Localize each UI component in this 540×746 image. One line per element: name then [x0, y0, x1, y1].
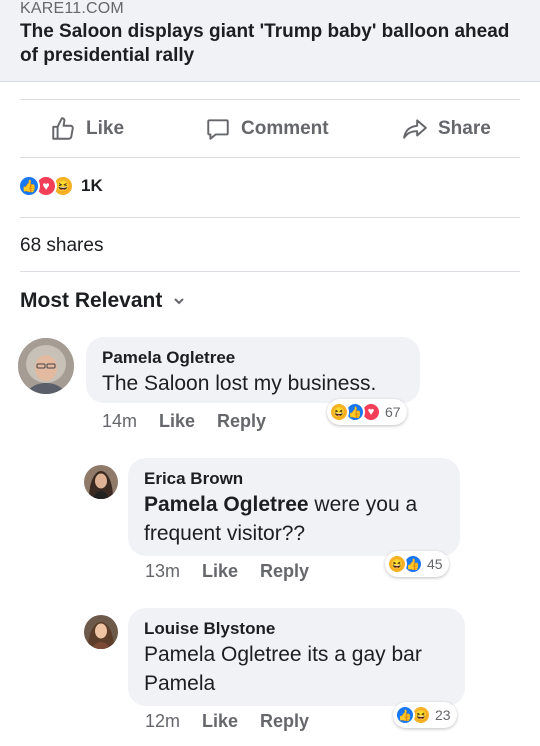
comment-timestamp[interactable]: 14m — [102, 411, 137, 432]
avatar-photo — [84, 615, 118, 649]
link-source: KARE11.COM — [20, 0, 124, 17]
comment-timestamp[interactable]: 12m — [145, 711, 180, 732]
comment-icon — [207, 119, 229, 140]
like-label: Like — [86, 118, 125, 139]
haha-reaction-icon: 😆 — [387, 554, 407, 574]
share-label: Share — [438, 118, 491, 139]
reactions-summary[interactable]: 👍 ♥ 😆 1K — [18, 174, 103, 198]
link-preview-card[interactable]: KARE11.COM The Saloon displays giant 'Tr… — [0, 0, 540, 82]
comment-sort-dropdown[interactable]: Most Relevant — [20, 289, 186, 313]
comment-reactions-badge[interactable]: 😆 👍 45 — [385, 551, 449, 577]
chevron-down-icon — [174, 298, 185, 305]
avatar-photo — [84, 465, 118, 499]
comment-reactions-badge[interactable]: 😆 👍 ♥ 67 — [327, 399, 407, 425]
shares-count[interactable]: 68 shares — [20, 235, 103, 257]
comment-bubble[interactable]: Louise Blystone Pamela Ogletree its a ga… — [128, 608, 465, 706]
comment-bubble[interactable]: Pamela Ogletree The Saloon lost my busin… — [86, 337, 420, 403]
share-button[interactable]: Share — [402, 115, 491, 143]
share-arrow-icon — [403, 119, 427, 139]
comment-timestamp[interactable]: 13m — [145, 561, 180, 582]
comment-text: Pamela Ogletree its a gay bar Pamela — [144, 643, 422, 695]
comment-reply-link[interactable]: Reply — [260, 711, 309, 732]
reaction-count: 1K — [81, 176, 103, 195]
divider — [20, 99, 520, 100]
comment-reaction-count: 23 — [435, 707, 451, 723]
comment-like-link[interactable]: Like — [202, 711, 238, 732]
avatar[interactable] — [84, 465, 118, 499]
link-title[interactable]: The Saloon displays giant 'Trump baby' b… — [20, 20, 520, 68]
comment-bubble[interactable]: Erica Brown Pamela Ogletree were you a f… — [128, 458, 460, 556]
avatar[interactable] — [18, 338, 74, 394]
comment-meta: 13m Like Reply — [145, 561, 331, 582]
comment-reply-link[interactable]: Reply — [260, 561, 309, 582]
avatar-photo — [18, 338, 74, 394]
divider — [20, 217, 520, 218]
comment-reactions-badge[interactable]: 👍 😆 23 — [393, 702, 457, 728]
sort-label: Most Relevant — [20, 289, 163, 312]
comment-mention[interactable]: Pamela Ogletree — [144, 493, 309, 516]
divider — [20, 271, 520, 272]
comment-reply-link[interactable]: Reply — [217, 411, 266, 432]
comment-text: The Saloon lost my business. — [102, 372, 377, 395]
comment-like-link[interactable]: Like — [159, 411, 195, 432]
comment-button[interactable]: Comment — [205, 115, 329, 143]
thumbs-up-icon — [52, 117, 74, 140]
comment-like-link[interactable]: Like — [202, 561, 238, 582]
like-reaction-icon: 👍 — [18, 175, 40, 197]
comment-author[interactable]: Pamela Ogletree — [102, 347, 404, 369]
comment-reaction-count: 45 — [427, 556, 443, 572]
comment-text: Pamela Ogletree were you a frequent visi… — [144, 490, 444, 548]
comment-reaction-count: 67 — [385, 404, 401, 420]
divider — [20, 157, 520, 158]
comment-meta: 12m Like Reply — [145, 711, 331, 732]
like-button[interactable]: Like — [50, 115, 124, 143]
comment-meta: 14m Like Reply — [102, 411, 288, 432]
comment-author[interactable]: Louise Blystone — [144, 618, 449, 640]
comment-label: Comment — [241, 118, 329, 139]
like-reaction-icon: 👍 — [395, 705, 415, 725]
haha-reaction-icon: 😆 — [329, 402, 349, 422]
avatar[interactable] — [84, 615, 118, 649]
comment-author[interactable]: Erica Brown — [144, 468, 444, 490]
